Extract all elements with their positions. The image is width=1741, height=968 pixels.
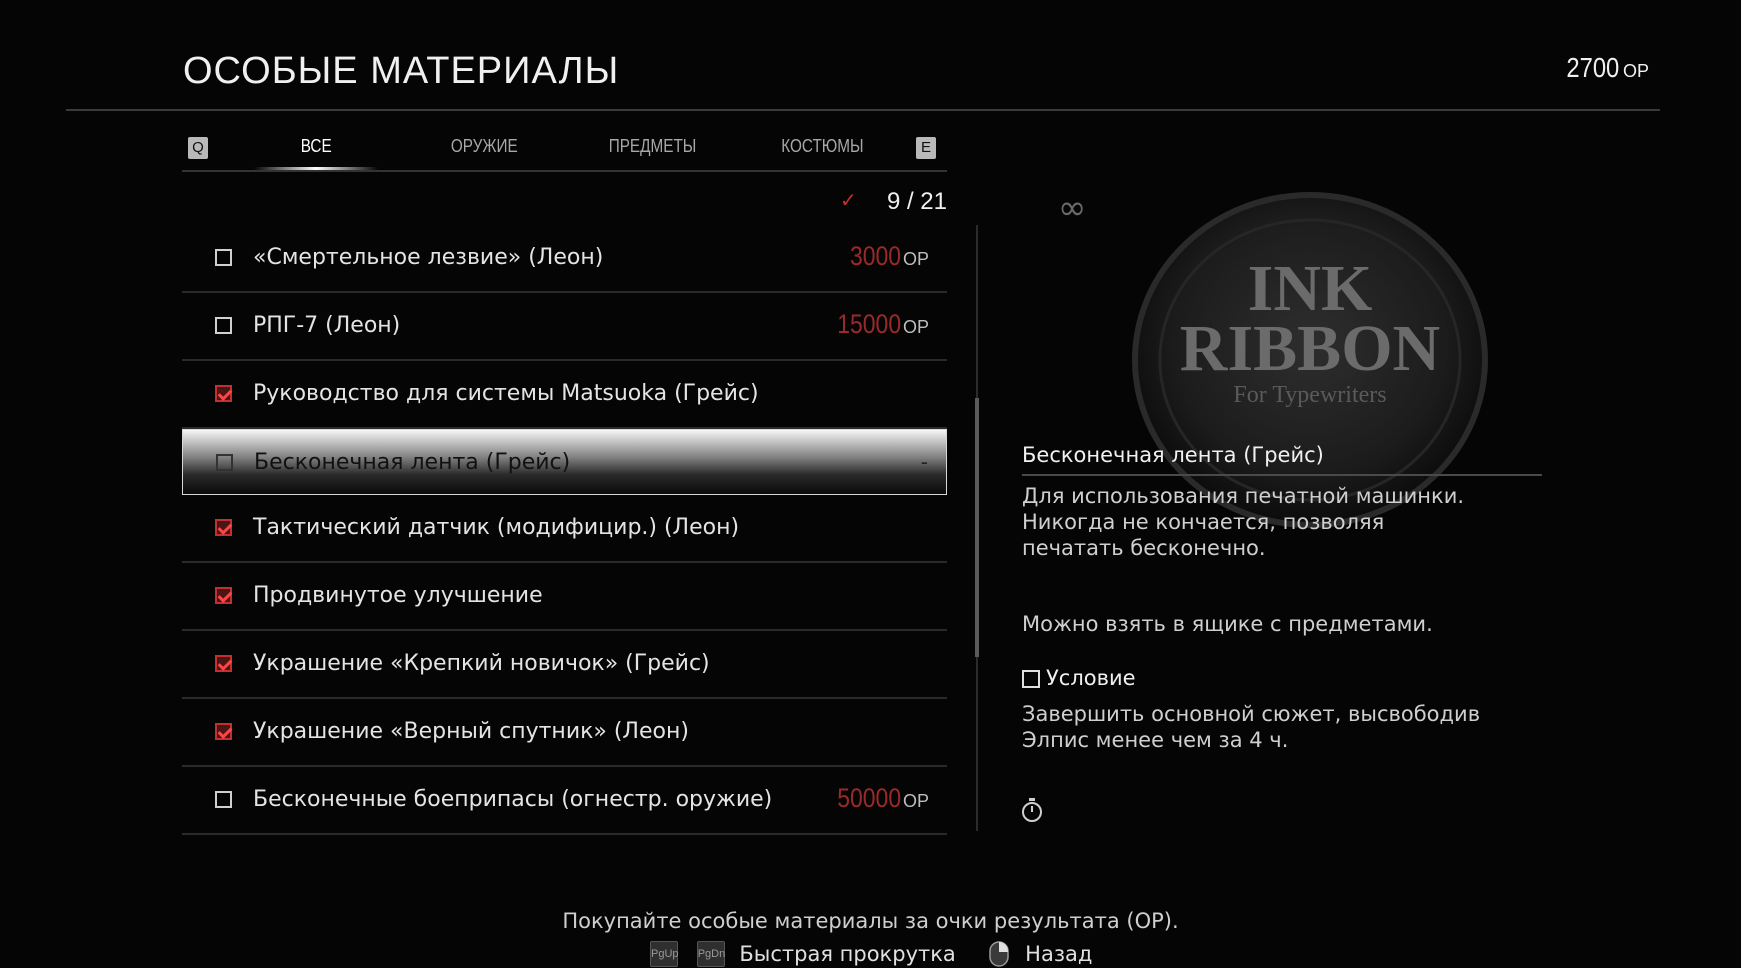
item-price: 50000 ОР xyxy=(826,783,929,814)
tab-items-label: ПРЕДМЕТЫ xyxy=(609,136,697,156)
item-price-unit: ОР xyxy=(902,791,929,811)
tab-costumes-label: КОСТЮМЫ xyxy=(780,136,864,156)
condition-text: Завершить основной сюжет, высвободив Элп… xyxy=(1022,702,1481,752)
list-item[interactable]: «Смертельное лезвие» (Леон) 3000 ОР xyxy=(182,225,947,293)
item-checkbox xyxy=(216,454,233,471)
item-price-unit: ОР xyxy=(902,317,929,337)
tab-all-label: ВСЕ xyxy=(300,136,332,156)
detail-item-name: Бесконечная лента (Грейс) xyxy=(1022,443,1324,467)
item-price: 3000 ОР xyxy=(841,241,929,272)
list-item[interactable]: Бесконечные боеприпасы (огнестр. оружие)… xyxy=(182,767,947,835)
item-checkbox xyxy=(215,317,232,334)
item-price: 15000 ОР xyxy=(826,309,929,340)
item-checkbox-checked xyxy=(215,723,232,740)
item-checkbox-checked xyxy=(215,385,232,402)
points-value: 2700 xyxy=(1566,52,1619,83)
item-price-value: 15000 xyxy=(837,309,901,339)
infinity-icon: ∞ xyxy=(1058,188,1087,228)
list-item[interactable]: Украшение «Крепкий новичок» (Грейс) xyxy=(182,631,947,699)
points-unit: ОР xyxy=(1622,61,1649,81)
tab-items[interactable]: ПРЕДМЕТЫ xyxy=(583,136,723,157)
tabs-divider xyxy=(182,170,947,172)
item-name: Бесконечные боеприпасы (огнестр. оружие) xyxy=(253,787,773,812)
item-name: РПГ-7 (Леон) xyxy=(253,313,401,338)
item-checkbox-checked xyxy=(215,655,232,672)
pgdn-key[interactable]: PgDn xyxy=(696,941,725,967)
item-name: Украшение «Верный спутник» (Леон) xyxy=(253,719,689,744)
item-checkbox xyxy=(215,791,232,808)
list-item[interactable]: Продвинутое улучшение xyxy=(182,563,947,631)
prev-tab-key-hint[interactable]: Q xyxy=(188,137,208,159)
list-scrollbar-thumb[interactable] xyxy=(975,398,979,657)
item-name: Украшение «Крепкий новичок» (Грейс) xyxy=(253,651,710,676)
page-title: ОСОБЫЕ МАТЕРИАЛЫ xyxy=(183,50,620,92)
unlocked-counter: ✓ 9 / 21 xyxy=(830,186,947,216)
tab-costumes[interactable]: КОСТЮМЫ xyxy=(752,136,892,157)
check-icon: ✓ xyxy=(840,188,857,212)
unlocked-count: 9 / 21 xyxy=(886,188,947,215)
next-tab-key-hint[interactable]: E xyxy=(916,137,936,159)
points-balance: 2700 ОР xyxy=(1557,52,1649,84)
list-item[interactable]: Тактический датчик (модифицир.) (Леон) xyxy=(182,495,947,563)
list-item[interactable]: РПГ-7 (Леон) 15000 ОР xyxy=(182,293,947,361)
for-typewriters-label: For Typewriters xyxy=(1233,382,1386,408)
footer-tip: Покупайте особые материалы за очки резул… xyxy=(562,909,1179,933)
list-item[interactable]: Украшение «Верный спутник» (Леон) xyxy=(182,699,947,767)
item-checkbox-checked xyxy=(215,587,232,604)
pgup-key[interactable]: PgUp xyxy=(650,941,679,967)
materials-list: «Смертельное лезвие» (Леон) 3000 ОР РПГ-7… xyxy=(182,225,947,835)
category-tabs: Q ВСЕ ОРУЖИЕ ПРЕДМЕТЫ КОСТЮМЫ E xyxy=(182,132,947,172)
detail-location: Можно взять в ящике с предметами. xyxy=(1022,612,1433,636)
stopwatch-icon xyxy=(1022,798,1042,822)
tab-all[interactable]: ВСЕ xyxy=(246,136,386,170)
item-checkbox-checked xyxy=(215,519,232,536)
footer-controls: PgUp PgDn Быстрая прокрутка Назад xyxy=(650,940,1118,968)
list-item-selected[interactable]: Бесконечная лента (Грейс) - xyxy=(182,429,947,495)
item-checkbox xyxy=(215,249,232,266)
detail-divider xyxy=(1022,474,1542,476)
item-name: «Смертельное лезвие» (Леон) xyxy=(253,245,604,270)
tab-weapons[interactable]: ОРУЖИЕ xyxy=(414,136,554,157)
list-item[interactable]: Руководство для системы Matsuoka (Грейс) xyxy=(182,361,947,429)
mouse-right-click-icon xyxy=(989,941,1010,967)
header-divider xyxy=(66,109,1660,111)
tab-weapons-label: ОРУЖИЕ xyxy=(450,136,518,156)
item-name: Тактический датчик (модифицир.) (Леон) xyxy=(253,515,740,540)
condition-checkbox xyxy=(1022,670,1040,688)
item-name: Руководство для системы Matsuoka (Грейс) xyxy=(253,381,759,406)
ribbon-label: RIBBON xyxy=(1180,312,1440,385)
item-price-value: 3000 xyxy=(849,241,901,271)
item-price-unit: ОР xyxy=(902,249,929,269)
item-name: Бесконечная лента (Грейс) xyxy=(254,450,571,475)
item-name: Продвинутое улучшение xyxy=(253,583,543,608)
quick-scroll-label: Быстрая прокрутка xyxy=(739,942,956,966)
back-button[interactable]: Назад xyxy=(1025,942,1092,966)
condition-title: Условие xyxy=(1046,666,1136,690)
item-price-dash: - xyxy=(920,450,928,474)
detail-description: Для использования печатной машинки. Нико… xyxy=(1022,484,1465,560)
item-price-value: 50000 xyxy=(837,783,901,813)
